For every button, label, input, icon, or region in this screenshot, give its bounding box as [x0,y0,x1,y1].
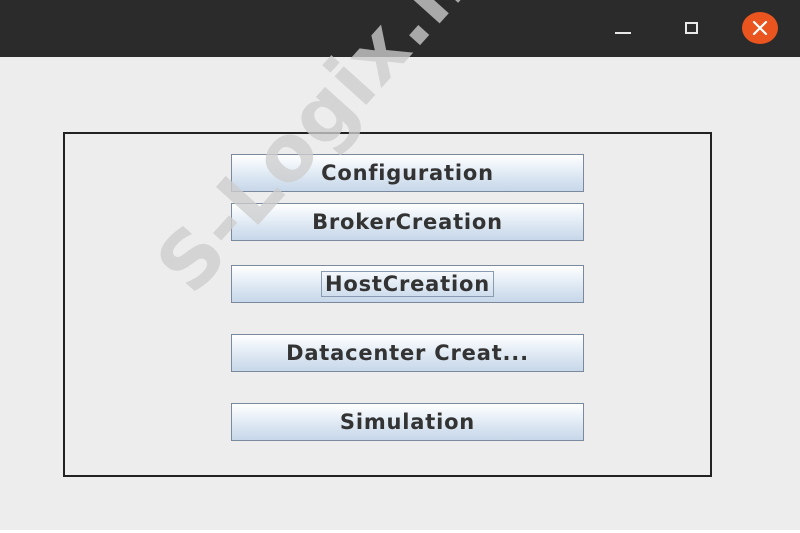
application-window: Configuration BrokerCreation HostCreatio… [0,0,800,533]
maximize-button[interactable] [673,11,709,45]
button-panel: Configuration BrokerCreation HostCreatio… [63,132,712,477]
datacenter-creation-button-label: Datacenter Creat... [286,341,529,365]
host-creation-button-label: HostCreation [321,271,494,297]
configuration-button-label: Configuration [321,161,494,185]
host-creation-button[interactable]: HostCreation [231,265,584,303]
datacenter-creation-button[interactable]: Datacenter Creat... [231,334,584,372]
content-area: Configuration BrokerCreation HostCreatio… [0,57,800,530]
maximize-icon [684,22,698,34]
configuration-button[interactable]: Configuration [231,154,584,192]
minimize-icon [615,32,631,34]
close-button[interactable] [742,11,778,45]
simulation-button[interactable]: Simulation [231,403,584,441]
broker-creation-button[interactable]: BrokerCreation [231,203,584,241]
simulation-button-label: Simulation [339,410,476,434]
title-bar [0,0,800,57]
minimize-button[interactable] [605,11,641,45]
close-icon [742,12,778,44]
broker-creation-button-label: BrokerCreation [312,210,503,234]
